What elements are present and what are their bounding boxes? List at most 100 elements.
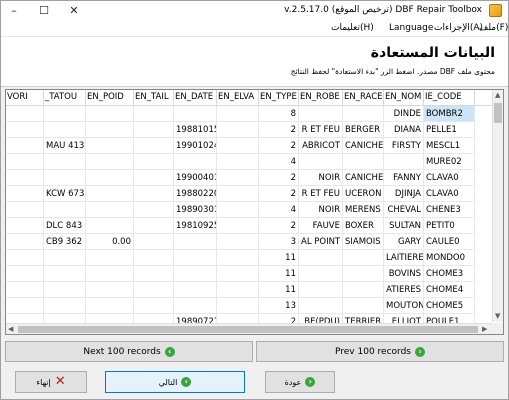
table-cell[interactable] [217, 186, 259, 202]
table-cell[interactable]: MERENS [343, 202, 384, 218]
column-header[interactable]: EN_ELVA [217, 90, 259, 106]
table-cell[interactable]: ATIERES [384, 282, 424, 298]
scroll-up-icon[interactable]: ▲ [495, 91, 500, 99]
table-cell[interactable] [174, 234, 217, 250]
column-header[interactable]: EN_TYPE [259, 90, 299, 106]
table-cell[interactable] [86, 154, 134, 170]
table-cell[interactable] [343, 298, 384, 314]
table-cell[interactable]: DIANA [384, 122, 424, 138]
table-cell[interactable] [6, 202, 44, 218]
table-cell[interactable] [174, 154, 217, 170]
table-cell[interactable] [6, 138, 44, 154]
table-cell[interactable] [217, 138, 259, 154]
table-cell[interactable]: 8 [259, 106, 299, 122]
table-cell[interactable] [299, 282, 343, 298]
table-cell[interactable] [174, 266, 217, 282]
close-button[interactable]: ✕ [61, 1, 87, 21]
vertical-scrollbar[interactable]: ▲ ▼ [492, 90, 503, 322]
table-cell[interactable]: 11 [259, 266, 299, 282]
column-header[interactable]: EN_TAIL [134, 90, 174, 106]
table-cell[interactable] [134, 138, 174, 154]
table-cell[interactable]: DJINJA [384, 186, 424, 202]
table-cell[interactable]: CB9 362 [44, 234, 86, 250]
table-cell[interactable] [6, 170, 44, 186]
table-cell[interactable]: FAUVE [299, 218, 343, 234]
table-cell[interactable] [44, 266, 86, 282]
table-cell[interactable] [134, 154, 174, 170]
table-cell[interactable] [134, 122, 174, 138]
column-header[interactable]: EN_POID [86, 90, 134, 106]
table-cell[interactable]: CHOME3 [424, 266, 475, 282]
table-cell[interactable]: 11 [259, 282, 299, 298]
table-cell[interactable] [343, 266, 384, 282]
table-row[interactable]: 4 MURE02 [6, 154, 493, 170]
table-cell[interactable] [44, 298, 86, 314]
table-row[interactable]: KCW 673 19880220 2 R ET FEU UCERON DJINJA CLAV… [6, 186, 493, 202]
table-cell[interactable] [217, 250, 259, 266]
table-cell[interactable] [86, 282, 134, 298]
table-cell[interactable] [86, 298, 134, 314]
table-cell[interactable] [174, 106, 217, 122]
table-cell[interactable]: 19901024 [174, 138, 217, 154]
table-cell[interactable] [44, 202, 86, 218]
table-cell[interactable]: CHEVAL [384, 202, 424, 218]
table-row[interactable]: 13 MOUTON CHOME5 [6, 298, 493, 314]
table-cell[interactable] [134, 234, 174, 250]
table-cell[interactable] [299, 298, 343, 314]
table-cell[interactable]: MOUTON [384, 298, 424, 314]
table-cell[interactable]: CHENE3 [424, 202, 475, 218]
table-cell[interactable]: 19890301 [174, 202, 217, 218]
table-cell[interactable]: 2 [259, 122, 299, 138]
menu-file[interactable]: ملف(F) [479, 23, 508, 33]
table-cell[interactable]: DLC 843 [44, 218, 86, 234]
table-cell[interactable]: CLAVA0 [424, 170, 475, 186]
table-cell[interactable] [44, 282, 86, 298]
table-row[interactable]: 19900401 2 NOIR CANICHE FANNY CLAVA0 [6, 170, 493, 186]
table-row[interactable]: 19881015 2 R ET FEU BERGER DIANA PELLE1 [6, 122, 493, 138]
table-cell[interactable] [174, 282, 217, 298]
table-cell[interactable] [6, 282, 44, 298]
table-cell[interactable]: UCERON [343, 186, 384, 202]
table-cell[interactable] [6, 154, 44, 170]
vertical-scroll-thumb[interactable] [494, 103, 502, 123]
table-cell[interactable] [217, 122, 259, 138]
table-cell[interactable]: 19880220 [174, 186, 217, 202]
table-cell[interactable] [217, 202, 259, 218]
table-cell[interactable]: AL POINT [299, 234, 343, 250]
table-cell[interactable]: GARY [384, 234, 424, 250]
table-cell[interactable] [6, 218, 44, 234]
table-cell[interactable]: MONDO0 [424, 250, 475, 266]
table-cell[interactable] [134, 266, 174, 282]
table-cell[interactable]: CHOME5 [424, 298, 475, 314]
column-header[interactable]: EN_NOM [384, 90, 424, 106]
table-cell[interactable] [6, 186, 44, 202]
scroll-right-icon[interactable]: ▶ [482, 325, 487, 333]
table-cell[interactable] [6, 266, 44, 282]
table-cell[interactable]: LAITIERE [384, 250, 424, 266]
next-100-records-button[interactable]: Next 100 records ‹ [5, 341, 253, 362]
table-cell[interactable]: 3 [259, 234, 299, 250]
back-button[interactable]: عودة › [265, 371, 335, 393]
table-cell[interactable] [343, 154, 384, 170]
column-header[interactable]: EN_DATE [174, 90, 217, 106]
column-header[interactable]: EN_RACE [343, 90, 384, 106]
table-cell[interactable] [86, 170, 134, 186]
table-cell[interactable]: NOIR [299, 170, 343, 186]
table-row[interactable]: CB9 362 0.00 3 AL POINT SIAMOIS GARY CAULE0 [6, 234, 493, 250]
table-cell[interactable] [134, 282, 174, 298]
table-cell[interactable]: CLAVA0 [424, 186, 475, 202]
table-row[interactable]: 8 DINDE BOMBR2 [6, 106, 493, 122]
table-cell[interactable] [299, 250, 343, 266]
table-cell[interactable]: ABRICOT [299, 138, 343, 154]
table-cell[interactable]: MESCL1 [424, 138, 475, 154]
table-row[interactable]: MAU 413 19901024 2 ABRICOT CANICHE FIRSTY MESC… [6, 138, 493, 154]
menu-language[interactable]: Language [389, 23, 433, 33]
table-cell[interactable] [343, 250, 384, 266]
horizontal-scroll-thumb[interactable] [18, 326, 478, 333]
table-cell[interactable]: SIAMOIS [343, 234, 384, 250]
table-cell[interactable]: FIRSTY [384, 138, 424, 154]
table-cell[interactable] [86, 106, 134, 122]
table-cell[interactable] [217, 170, 259, 186]
next-button[interactable]: التالي ‹ [105, 371, 245, 393]
table-cell[interactable]: BOMBR2 [424, 106, 475, 122]
